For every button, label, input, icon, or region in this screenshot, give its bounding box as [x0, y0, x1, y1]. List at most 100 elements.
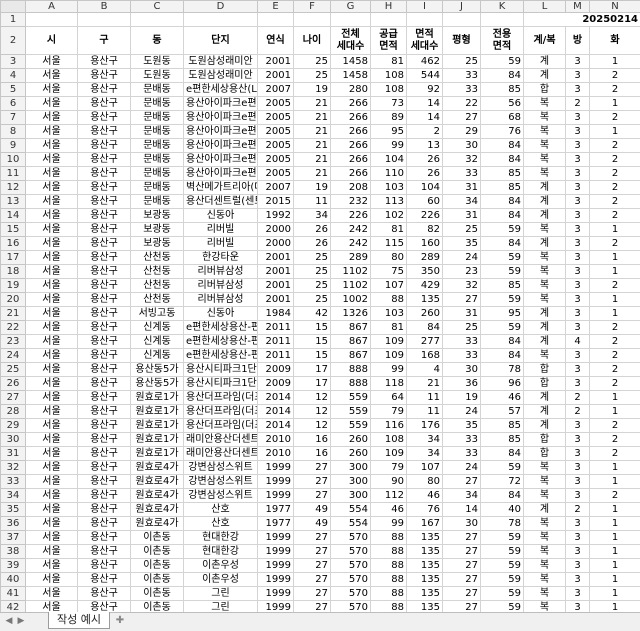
row-number[interactable]: 38 — [1, 545, 26, 559]
cell[interactable]: 27 — [443, 531, 481, 545]
cell[interactable]: 76 — [481, 125, 524, 139]
cell[interactable]: 2010 — [258, 447, 294, 461]
cell[interactable]: 리버빌 — [184, 237, 258, 251]
cell[interactable]: 서울 — [26, 433, 78, 447]
cell[interactable]: 103 — [371, 181, 407, 195]
cell[interactable]: 554 — [331, 517, 371, 531]
cell[interactable]: 복 — [524, 489, 566, 503]
cell[interactable]: 36 — [443, 377, 481, 391]
cell[interactable]: 복 — [524, 545, 566, 559]
cell[interactable]: 19 — [294, 181, 331, 195]
cell-table[interactable]: ABCDEFGHIJKLMN1202502142시구동단지연식나이전체세대수공급… — [0, 0, 640, 612]
cell[interactable]: 242 — [331, 237, 371, 251]
cell[interactable]: 용산구 — [78, 55, 131, 69]
cell[interactable]: 3 — [566, 377, 590, 391]
cell[interactable]: 2 — [566, 391, 590, 405]
row-number[interactable]: 4 — [1, 69, 26, 83]
cell[interactable]: 용산구 — [78, 531, 131, 545]
cell[interactable]: 1 — [590, 307, 640, 321]
cell[interactable]: 34 — [407, 433, 443, 447]
cell[interactable]: 복 — [524, 293, 566, 307]
cell[interactable]: 30 — [443, 139, 481, 153]
cell[interactable]: 27 — [294, 475, 331, 489]
cell[interactable]: 12 — [294, 391, 331, 405]
cell[interactable]: 복 — [524, 279, 566, 293]
cell[interactable]: 135 — [407, 293, 443, 307]
cell[interactable]: 도원삼성래미안 — [184, 69, 258, 83]
cell[interactable]: 리버빌 — [184, 223, 258, 237]
cell[interactable]: 80 — [371, 251, 407, 265]
scroll-first-sheet-icon[interactable]: ◀ — [4, 615, 14, 628]
cell[interactable]: 867 — [331, 335, 371, 349]
cell[interactable]: 계 — [524, 195, 566, 209]
cell[interactable]: 59 — [481, 461, 524, 475]
cell[interactable]: 167 — [407, 517, 443, 531]
cell[interactable]: 2 — [590, 279, 640, 293]
cell[interactable]: 135 — [407, 559, 443, 573]
cell[interactable]: 강변삼성스위트 — [184, 461, 258, 475]
cell[interactable]: 88 — [371, 531, 407, 545]
cell[interactable]: 78 — [481, 517, 524, 531]
cell[interactable]: 서울 — [26, 139, 78, 153]
cell[interactable]: 계 — [524, 335, 566, 349]
cell[interactable]: 80 — [407, 475, 443, 489]
cell[interactable]: 570 — [331, 559, 371, 573]
cell[interactable]: 160 — [407, 237, 443, 251]
cell[interactable]: 서울 — [26, 265, 78, 279]
cell[interactable]: 84 — [481, 209, 524, 223]
cell[interactable]: 570 — [331, 587, 371, 601]
cell[interactable]: 103 — [371, 307, 407, 321]
cell[interactable]: 12 — [294, 419, 331, 433]
cell[interactable]: 109 — [371, 349, 407, 363]
cell[interactable]: 462 — [407, 55, 443, 69]
cell[interactable]: 용산구 — [78, 139, 131, 153]
cell[interactable]: 용산동5가 — [131, 363, 184, 377]
cell[interactable] — [407, 13, 443, 27]
cell[interactable]: 3 — [566, 517, 590, 531]
cell[interactable]: 17 — [294, 363, 331, 377]
cell[interactable]: 2 — [590, 139, 640, 153]
column-header[interactable]: N — [590, 1, 640, 13]
cell[interactable]: 33 — [443, 83, 481, 97]
column-header[interactable]: G — [331, 1, 371, 13]
cell[interactable]: 서울 — [26, 461, 78, 475]
cell[interactable]: 리버뷰삼성 — [184, 279, 258, 293]
row-number[interactable]: 39 — [1, 559, 26, 573]
cell[interactable]: 59 — [481, 223, 524, 237]
cell[interactable]: 24 — [443, 461, 481, 475]
cell[interactable]: 266 — [331, 97, 371, 111]
cell[interactable]: 88 — [371, 545, 407, 559]
cell[interactable]: 1 — [590, 293, 640, 307]
cell[interactable]: 84 — [481, 349, 524, 363]
cell[interactable]: 용산구 — [78, 251, 131, 265]
cell[interactable]: 계 — [524, 307, 566, 321]
cell[interactable]: 원효로1가 — [131, 391, 184, 405]
row-number[interactable]: 22 — [1, 321, 26, 335]
cell[interactable]: 용산구 — [78, 335, 131, 349]
header-cell[interactable]: 화 — [590, 27, 640, 55]
cell[interactable]: 79 — [371, 405, 407, 419]
cell[interactable]: 문배동 — [131, 181, 184, 195]
column-header[interactable]: M — [566, 1, 590, 13]
cell[interactable]: 보광동 — [131, 237, 184, 251]
cell[interactable]: 합 — [524, 447, 566, 461]
cell[interactable]: 99 — [371, 363, 407, 377]
cell[interactable]: 서울 — [26, 209, 78, 223]
cell[interactable]: 33 — [443, 335, 481, 349]
cell[interactable]: 85 — [481, 181, 524, 195]
cell[interactable]: 2015 — [258, 195, 294, 209]
cell[interactable]: 복 — [524, 531, 566, 545]
cell[interactable]: 서울 — [26, 307, 78, 321]
cell[interactable]: 25 — [294, 265, 331, 279]
cell[interactable]: 1326 — [331, 307, 371, 321]
cell[interactable]: 59 — [481, 587, 524, 601]
cell[interactable]: 26 — [294, 223, 331, 237]
cell[interactable]: 226 — [407, 209, 443, 223]
cell[interactable]: 2007 — [258, 181, 294, 195]
cell[interactable]: 2 — [590, 209, 640, 223]
cell[interactable]: 19 — [443, 391, 481, 405]
cell[interactable]: 60 — [407, 195, 443, 209]
cell[interactable]: 용산구 — [78, 293, 131, 307]
cell[interactable]: 2005 — [258, 167, 294, 181]
cell[interactable]: 합 — [524, 363, 566, 377]
